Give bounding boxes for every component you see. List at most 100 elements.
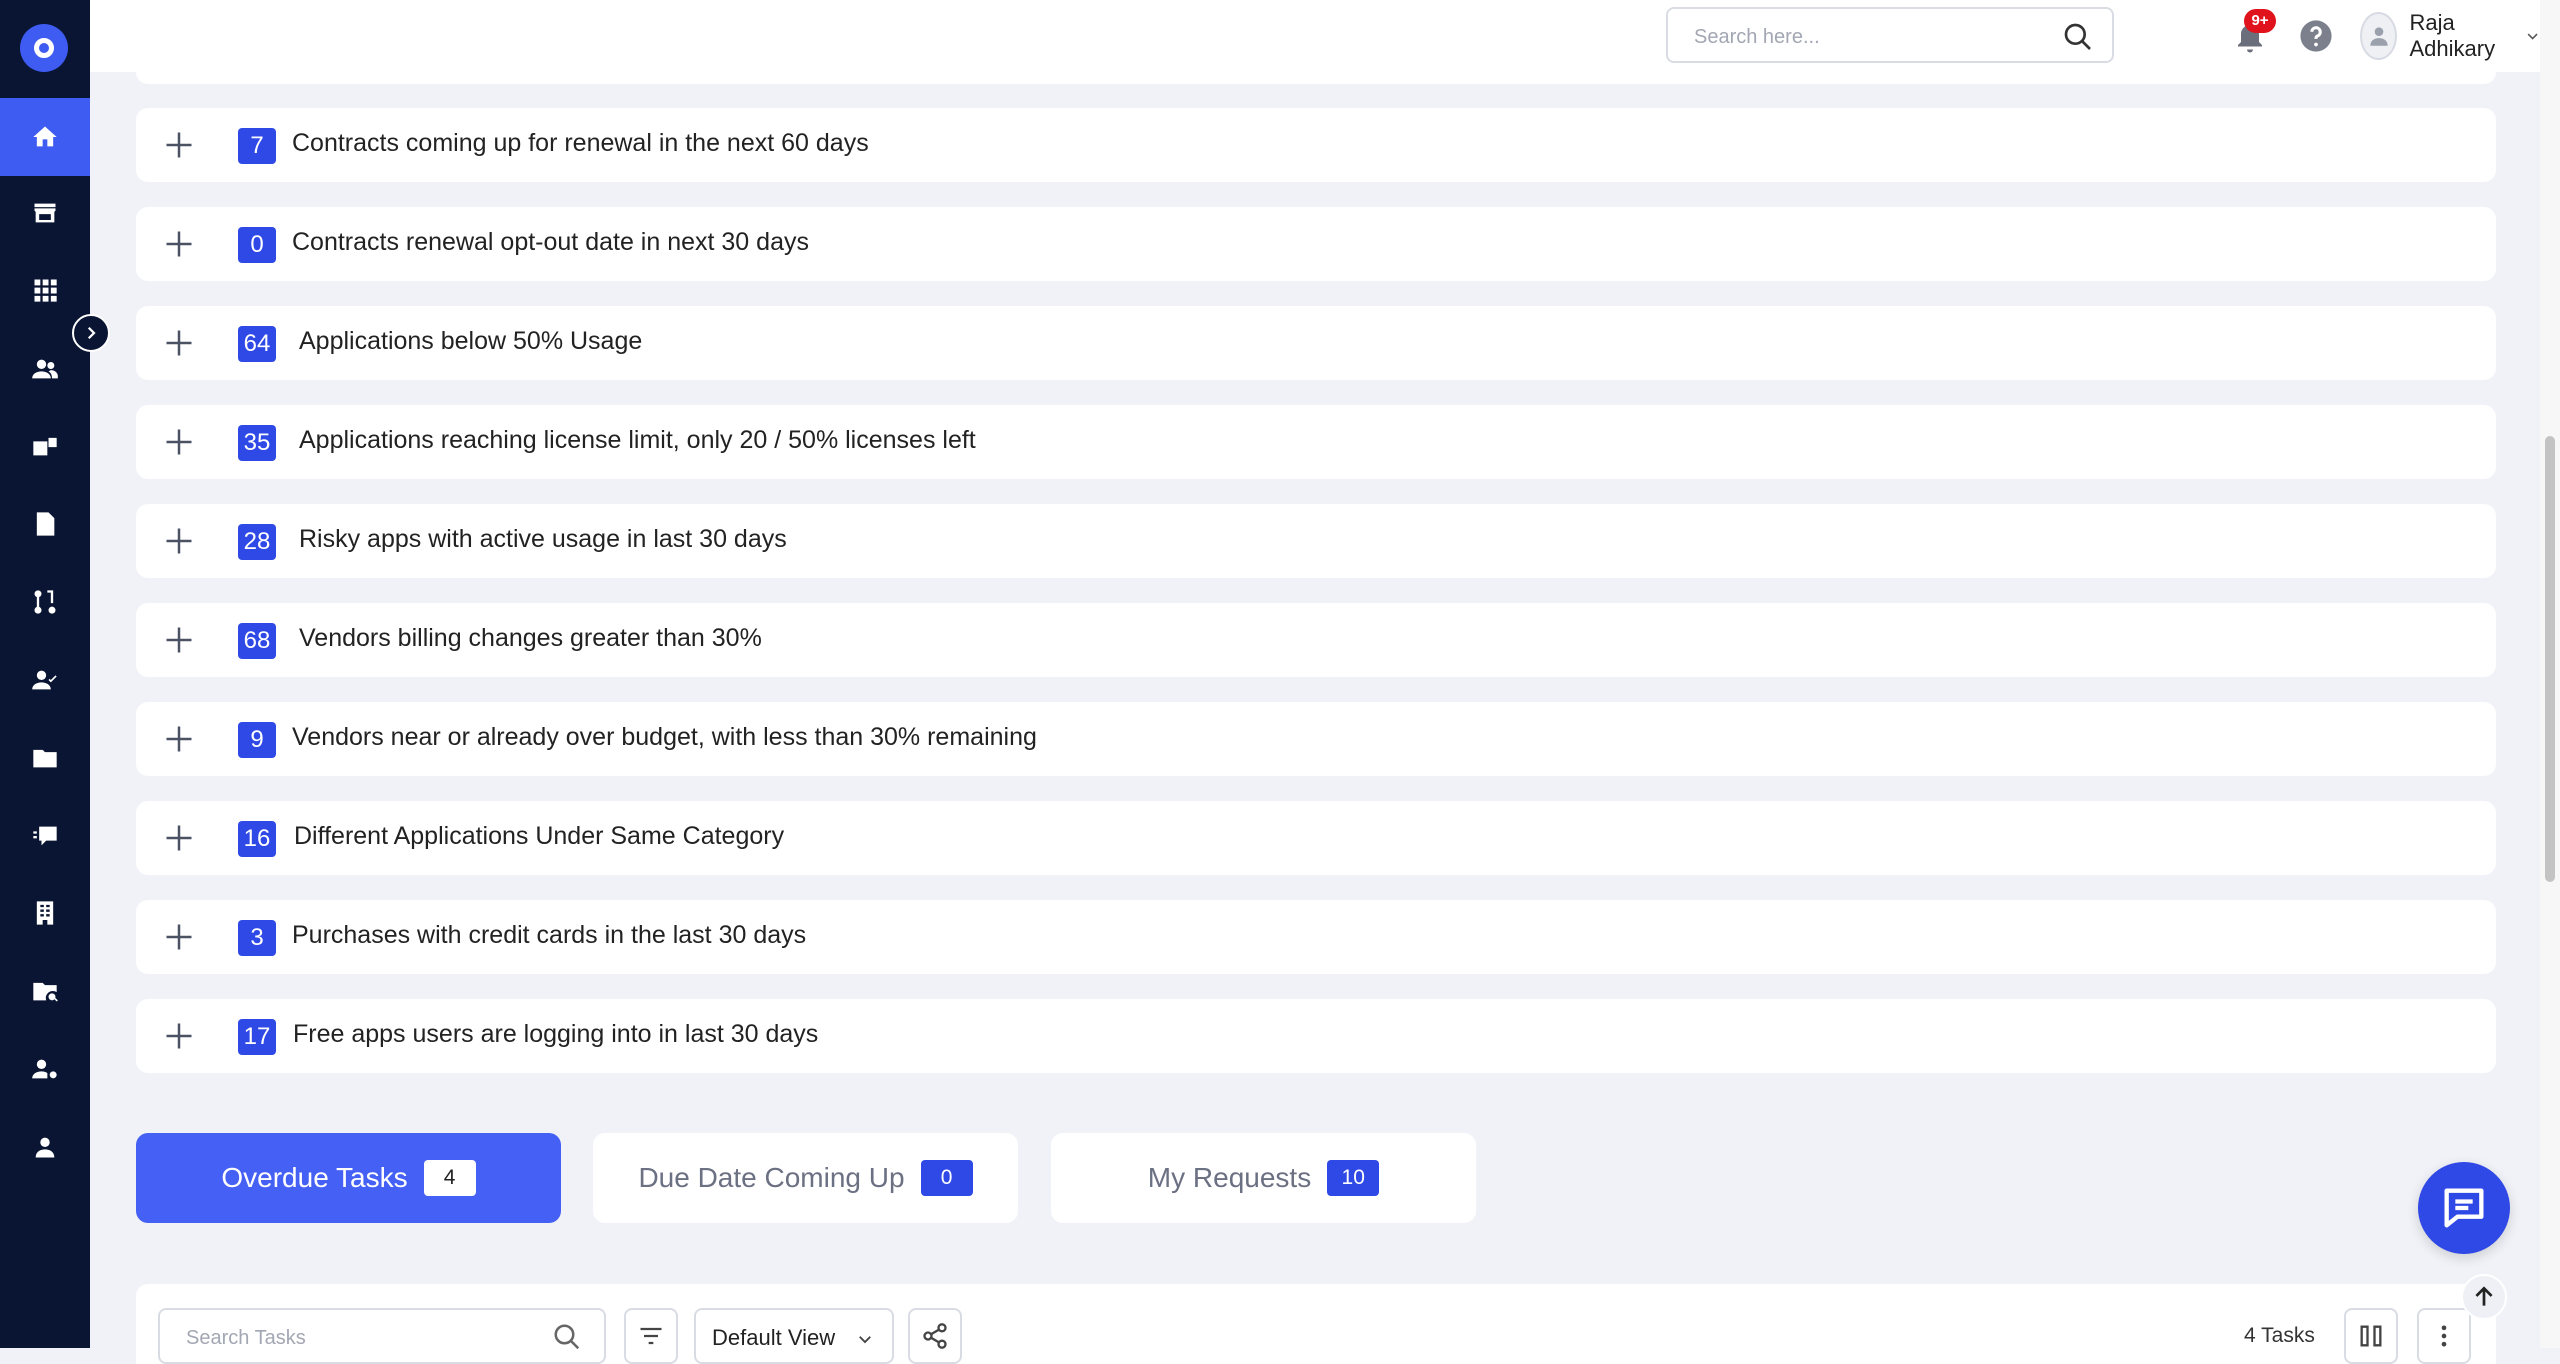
task-search-input[interactable] — [184, 1322, 548, 1354]
insight-row[interactable]: 68 Vendors billing changes greater than … — [136, 603, 2496, 677]
insights-list: 7 Contracts coming up for renewal in the… — [136, 108, 2496, 1098]
insight-row[interactable]: 64 Applications below 50% Usage — [136, 306, 2496, 380]
insight-row[interactable]: 3 Purchases with credit cards in the las… — [136, 900, 2496, 974]
user-avatar-icon — [2370, 27, 2388, 46]
expand-plus-icon[interactable] — [164, 724, 194, 754]
expand-plus-icon[interactable] — [164, 229, 194, 259]
filter-button[interactable] — [624, 1308, 678, 1364]
avatar — [2360, 12, 2398, 60]
more-vertical-icon — [2441, 1325, 2447, 1347]
sidebar-item-user-settings[interactable] — [0, 1030, 90, 1108]
expand-plus-icon[interactable] — [164, 823, 194, 853]
sidebar-item-organization[interactable] — [0, 874, 90, 952]
user-menu[interactable]: Raja Adhikary — [2360, 10, 2540, 62]
share-button[interactable] — [908, 1308, 962, 1364]
insight-count-badge: 0 — [238, 227, 276, 263]
columns-icon — [2360, 1325, 2382, 1347]
top-bar: 9+ Raja Adhikary — [90, 0, 2540, 72]
expand-plus-icon[interactable] — [164, 427, 194, 457]
insight-row[interactable]: 16 Different Applications Under Same Cat… — [136, 801, 2496, 875]
expand-plus-icon[interactable] — [164, 1021, 194, 1051]
sidebar-item-documents[interactable] — [0, 485, 90, 563]
user-name: Raja Adhikary — [2409, 10, 2496, 61]
expand-plus-icon[interactable] — [164, 130, 194, 160]
building-icon — [36, 901, 54, 925]
folder-search-icon — [33, 982, 58, 1002]
tab-my-requests[interactable]: My Requests 10 — [1051, 1133, 1476, 1223]
store-icon — [34, 203, 56, 223]
vendors-icon — [33, 437, 57, 456]
insight-label: Purchases with credit cards in the last … — [292, 921, 807, 949]
sidebar-item-discovery[interactable] — [0, 952, 90, 1030]
workflow-icon — [34, 590, 56, 614]
chat-icon — [2444, 1188, 2484, 1228]
help-icon[interactable] — [2299, 19, 2333, 53]
sidebar-item-workflows[interactable] — [0, 563, 90, 641]
sidebar-item-home[interactable] — [0, 98, 90, 176]
tab-due-date-coming-up[interactable]: Due Date Coming Up 0 — [593, 1133, 1018, 1223]
back-to-top-button[interactable] — [2461, 1274, 2507, 1320]
tab-label: Overdue Tasks — [221, 1162, 408, 1193]
sidebar-item-feedback[interactable] — [0, 797, 90, 875]
insight-row[interactable]: 9 Vendors near or already over budget, w… — [136, 702, 2496, 776]
card-bottom-edge — [136, 70, 2496, 84]
view-select[interactable]: Default View — [694, 1308, 894, 1364]
search-icon[interactable] — [2062, 21, 2094, 53]
arrow-up-icon — [2475, 1286, 2493, 1306]
tasks-panel: Default View 4 Tasks — [136, 1284, 2496, 1364]
share-icon — [923, 1323, 947, 1349]
chevron-down-icon — [2527, 33, 2538, 40]
insight-count-badge: 7 — [238, 128, 276, 164]
insight-row[interactable]: 28 Risky apps with active usage in last … — [136, 504, 2496, 578]
global-search — [1666, 7, 2114, 63]
profile-icon — [35, 1137, 55, 1158]
filter-icon — [640, 1327, 662, 1345]
expand-plus-icon[interactable] — [164, 922, 194, 952]
app-logo[interactable] — [20, 24, 68, 72]
insight-label: Free apps users are logging into in last… — [293, 1020, 819, 1048]
insight-row[interactable]: 0 Contracts renewal opt-out date in next… — [136, 207, 2496, 281]
feedback-icon — [33, 826, 57, 846]
insight-label: Vendors billing changes greater than 30% — [299, 624, 762, 652]
insight-row[interactable]: 17 Free apps users are logging into in l… — [136, 999, 2496, 1073]
sidebar-item-store[interactable] — [0, 174, 90, 252]
apps-grid-icon — [34, 279, 57, 302]
sidebar-item-files[interactable] — [0, 719, 90, 797]
insight-count-badge: 64 — [238, 326, 276, 362]
more-options-button[interactable] — [2417, 1308, 2471, 1364]
sidebar-item-profile[interactable] — [0, 1108, 90, 1186]
document-icon — [36, 512, 55, 536]
insight-row[interactable]: 7 Contracts coming up for renewal in the… — [136, 108, 2496, 182]
insight-count-badge: 17 — [238, 1019, 276, 1055]
expand-plus-icon[interactable] — [164, 526, 194, 556]
insight-count-badge: 68 — [238, 623, 276, 659]
global-search-input[interactable] — [1692, 21, 2036, 53]
sidebar-item-apps[interactable] — [0, 251, 90, 329]
scrollbar-thumb[interactable] — [2545, 436, 2555, 882]
chevron-down-icon — [859, 1336, 871, 1344]
chat-support-button[interactable] — [2418, 1162, 2510, 1254]
expand-plus-icon[interactable] — [164, 328, 194, 358]
insight-label: Vendors near or already over budget, wit… — [292, 723, 1037, 751]
sidebar-item-vendors[interactable] — [0, 407, 90, 485]
sidebar — [0, 0, 90, 1348]
sidebar-item-access[interactable] — [0, 641, 90, 719]
folder-icon — [33, 749, 57, 768]
columns-button[interactable] — [2344, 1308, 2398, 1364]
sidebar-expand-button[interactable] — [72, 314, 110, 352]
expand-plus-icon[interactable] — [164, 625, 194, 655]
notification-count-badge: 9+ — [2244, 9, 2276, 33]
insight-row[interactable]: 35 Applications reaching license limit, … — [136, 405, 2496, 479]
tab-count-badge: 4 — [423, 1160, 476, 1196]
tab-overdue-tasks[interactable]: Overdue Tasks 4 — [136, 1133, 561, 1223]
insight-label: Applications below 50% Usage — [299, 327, 643, 355]
insight-count-badge: 16 — [238, 821, 276, 857]
insight-count-badge: 28 — [238, 524, 276, 560]
home-icon — [33, 126, 57, 147]
tab-count-badge: 10 — [1327, 1160, 1380, 1196]
insight-label: Applications reaching license limit, onl… — [299, 426, 976, 454]
insight-label: Different Applications Under Same Catego… — [294, 822, 785, 850]
tab-label: My Requests — [1147, 1162, 1312, 1193]
task-count: 4 Tasks — [2244, 1324, 2315, 1347]
insight-label: Contracts renewal opt-out date in next 3… — [292, 228, 809, 256]
